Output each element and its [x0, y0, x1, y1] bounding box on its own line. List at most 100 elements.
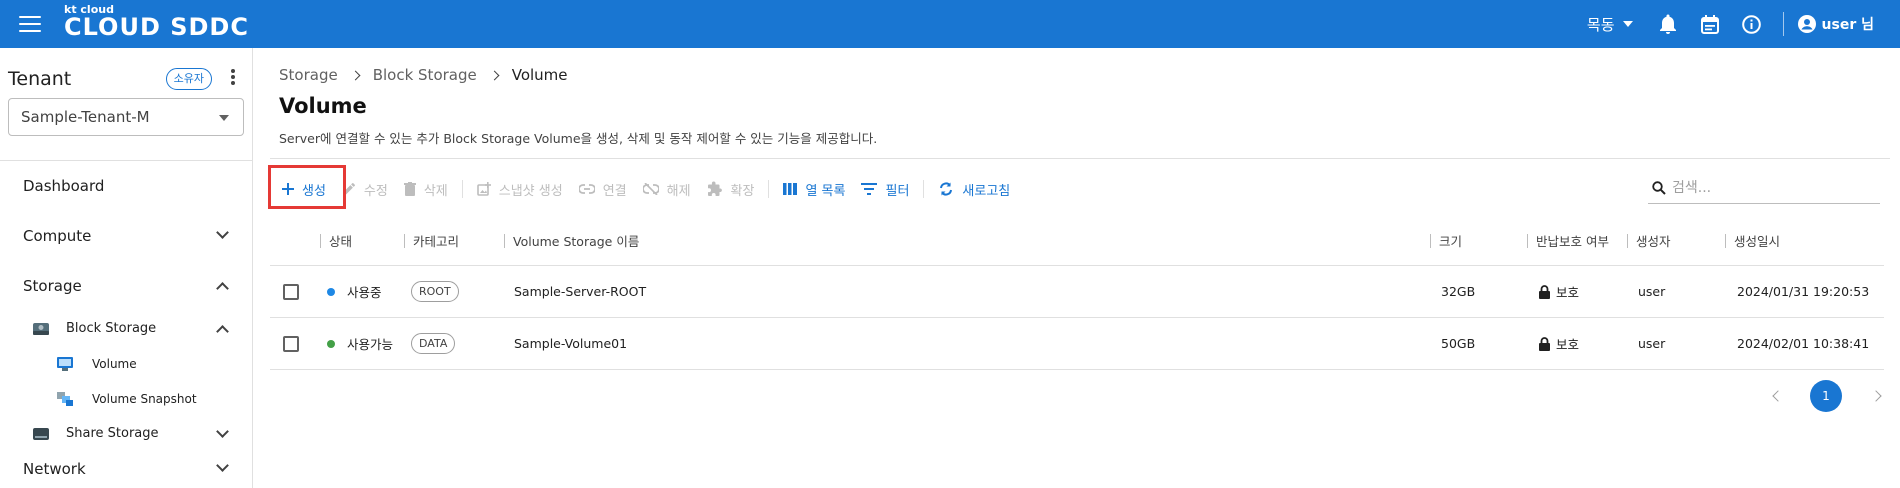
sidebar-item-label: Volume Snapshot — [92, 391, 197, 406]
row-checkbox[interactable] — [283, 283, 299, 300]
filter-label: 필터 — [885, 183, 910, 199]
search-icon — [1652, 180, 1666, 195]
col-header-status[interactable]: 상태 — [320, 216, 352, 265]
sidebar-item-label: Compute — [23, 227, 92, 245]
sidebar-item-dashboard[interactable]: Dashboard — [0, 161, 253, 211]
col-header-protect[interactable]: 반납보호 여부 — [1527, 216, 1609, 265]
create-button[interactable]: 생성 — [274, 172, 334, 206]
caret-down-icon — [1622, 21, 1633, 27]
divider — [1782, 12, 1784, 36]
user-menu[interactable]: user 님 — [1797, 14, 1874, 34]
tenant-title: Tenant — [8, 68, 72, 90]
view-column-icon — [783, 183, 798, 195]
edit-button[interactable]: 수정 — [334, 172, 396, 206]
volume-name: Sample-Volume01 — [514, 336, 628, 351]
snapshot-label: 스냅샷 생성 — [498, 183, 563, 199]
filter-button[interactable]: 필터 — [853, 172, 917, 206]
chevron-right-icon[interactable] — [1870, 390, 1882, 402]
refresh-label: 새로고침 — [962, 183, 1011, 199]
caret-down-icon — [219, 115, 229, 121]
delete-button[interactable]: 삭제 — [396, 172, 456, 206]
link-off-icon — [642, 183, 659, 195]
protect-text: 보호 — [1556, 285, 1580, 300]
sidebar-item-label: Network — [23, 460, 86, 478]
link-icon — [578, 184, 595, 194]
divider — [270, 158, 1890, 159]
sidebar-nav: Dashboard Compute Storage Block Storage … — [0, 161, 253, 487]
col-header-size[interactable]: 크기 — [1430, 216, 1462, 265]
info-icon[interactable] — [1741, 13, 1763, 35]
sidebar: Tenant 소유자 Sample-Tenant-M Dashboard Com… — [0, 48, 253, 488]
table-row[interactable]: 사용가능 DATA Sample-Volume01 50GB 보호 user 2… — [270, 318, 1884, 370]
protect-text: 보호 — [1556, 337, 1580, 352]
page-description: Server에 연결할 수 있는 추가 Block Storage Volume… — [279, 131, 878, 146]
lock-icon — [1539, 284, 1550, 299]
created-text: 2024/01/31 19:20:53 — [1737, 284, 1870, 299]
plus-icon — [282, 183, 294, 195]
top-bar: kt cloud CLOUD SDDC 목동 user 님 — [0, 0, 1900, 48]
calendar-icon[interactable] — [1699, 13, 1721, 35]
main-content: Storage Block Storage Volume Volume Serv… — [254, 48, 1900, 488]
extend-label: 확장 — [730, 183, 755, 199]
tenant-select[interactable]: Sample-Tenant-M — [8, 98, 244, 136]
region-select[interactable]: 목동 — [1587, 14, 1633, 35]
col-header-created[interactable]: 생성일시 — [1725, 216, 1780, 265]
snapshot-button[interactable]: 스냅샷 생성 — [469, 172, 571, 206]
table-row[interactable]: 사용중 ROOT Sample-Server-ROOT 32GB 보호 user… — [270, 266, 1884, 318]
sidebar-item-share-storage[interactable]: Share Storage — [0, 416, 253, 451]
breadcrumb-item[interactable]: Block Storage — [373, 66, 477, 84]
sidebar-item-compute[interactable]: Compute — [0, 211, 253, 261]
columns-button[interactable]: 열 목록 — [775, 172, 853, 206]
breadcrumb: Storage Block Storage Volume — [279, 66, 568, 84]
col-header-name[interactable]: Volume Storage 이름 — [504, 216, 639, 265]
snapshot-icon — [57, 391, 73, 406]
sidebar-item-volume-snapshot[interactable]: Volume Snapshot — [0, 381, 253, 416]
col-header-category[interactable]: 카테고리 — [404, 216, 459, 265]
logo[interactable]: kt cloud CLOUD SDDC — [64, 4, 249, 39]
edit-label: 수정 — [363, 183, 388, 199]
detach-label: 해제 — [666, 183, 691, 199]
status-text: 사용중 — [347, 285, 382, 300]
breadcrumb-item[interactable]: Storage — [279, 66, 338, 84]
chevron-up-icon — [216, 325, 229, 338]
volume-name: Sample-Server-ROOT — [514, 284, 647, 299]
divider — [768, 180, 770, 198]
chevron-down-icon — [216, 459, 229, 472]
status-dot — [327, 287, 335, 296]
add-photo-icon — [476, 182, 491, 196]
trash-icon — [403, 182, 416, 196]
refresh-button[interactable]: 새로고침 — [930, 172, 1018, 206]
sidebar-item-label: Block Storage — [66, 321, 157, 336]
tenant-select-value: Sample-Tenant-M — [21, 108, 150, 126]
chevron-down-icon — [216, 425, 229, 438]
sidebar-item-label: Storage — [23, 277, 82, 295]
sidebar-item-volume[interactable]: Volume — [0, 346, 253, 381]
menu-icon[interactable] — [19, 16, 41, 32]
sidebar-item-network[interactable]: Network — [0, 451, 253, 487]
extend-button[interactable]: 확장 — [699, 172, 763, 206]
attach-label: 연결 — [602, 183, 627, 199]
refresh-icon — [940, 182, 953, 196]
breadcrumb-current: Volume — [511, 66, 568, 84]
category-chip: ROOT — [411, 281, 459, 302]
created-text: 2024/02/01 10:38:41 — [1737, 336, 1870, 351]
detach-button[interactable]: 해제 — [635, 172, 699, 206]
bell-icon[interactable] — [1657, 13, 1679, 35]
more-vert-icon[interactable] — [230, 69, 236, 87]
sidebar-item-storage[interactable]: Storage — [0, 261, 253, 311]
sidebar-item-label: Share Storage — [66, 426, 159, 441]
sidebar-item-block-storage[interactable]: Block Storage — [0, 311, 253, 346]
chevron-left-icon[interactable] — [1772, 390, 1784, 402]
volume-size: 50GB — [1441, 336, 1476, 351]
col-header-creator[interactable]: 생성자 — [1627, 216, 1671, 265]
creator-text: user — [1638, 284, 1666, 299]
page-button[interactable]: 1 — [1810, 380, 1842, 412]
attach-button[interactable]: 연결 — [571, 172, 635, 206]
search-box — [1648, 172, 1880, 204]
divider — [923, 180, 925, 198]
row-checkbox[interactable] — [283, 335, 299, 352]
delete-label: 삭제 — [423, 183, 448, 199]
search-input[interactable] — [1672, 179, 1862, 196]
storage-icon — [33, 427, 49, 440]
user-icon — [1797, 15, 1816, 33]
